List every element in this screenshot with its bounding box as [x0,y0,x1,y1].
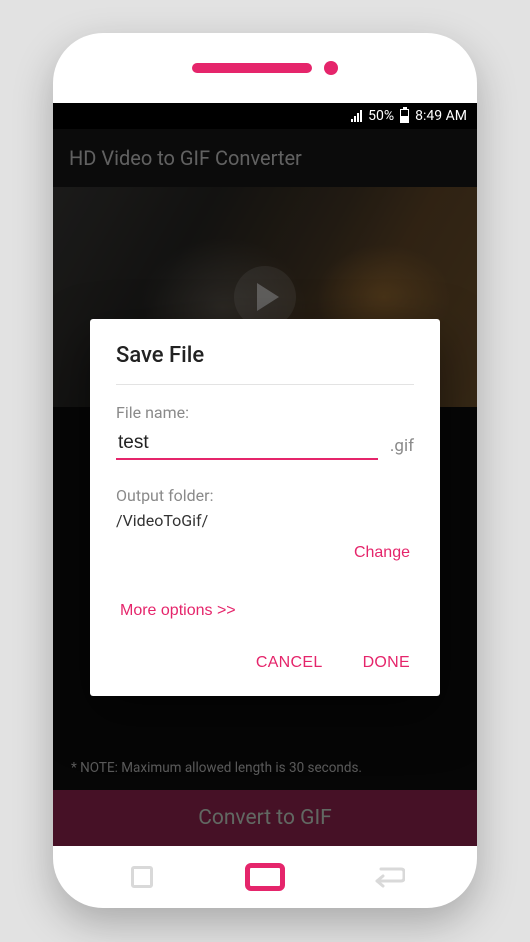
battery-percent: 50% [368,108,394,124]
more-options-button[interactable]: More options >> [116,596,240,626]
filename-label: File name: [116,403,414,422]
dialog-title: Save File [116,343,414,368]
back-nav-icon[interactable] [368,863,408,891]
filename-input[interactable] [116,428,378,460]
cancel-button[interactable]: CANCEL [252,644,327,682]
filename-extension: .gif [390,436,414,460]
status-time: 8:49 AM [415,108,467,124]
phone-nav-bar [53,846,477,908]
done-button[interactable]: DONE [359,644,414,682]
recents-nav-icon[interactable] [122,863,162,891]
status-bar: 50% 8:49 AM [53,103,477,129]
front-camera [324,61,338,75]
divider [116,384,414,385]
speaker-grill [192,63,312,73]
dialog-scrim[interactable]: Save File File name: .gif Output folder:… [53,129,477,846]
save-file-dialog: Save File File name: .gif Output folder:… [90,319,440,696]
change-folder-button[interactable]: Change [350,538,414,568]
battery-icon [400,109,409,123]
signal-icon [351,110,362,122]
phone-frame: 50% 8:49 AM HD Video to GIF Converter * … [53,33,477,908]
home-nav-icon[interactable] [245,863,285,891]
output-folder-path: /VideoToGif/ [116,511,414,530]
output-folder-label: Output folder: [116,486,414,505]
screen: 50% 8:49 AM HD Video to GIF Converter * … [53,103,477,846]
phone-bezel-top [53,33,477,103]
